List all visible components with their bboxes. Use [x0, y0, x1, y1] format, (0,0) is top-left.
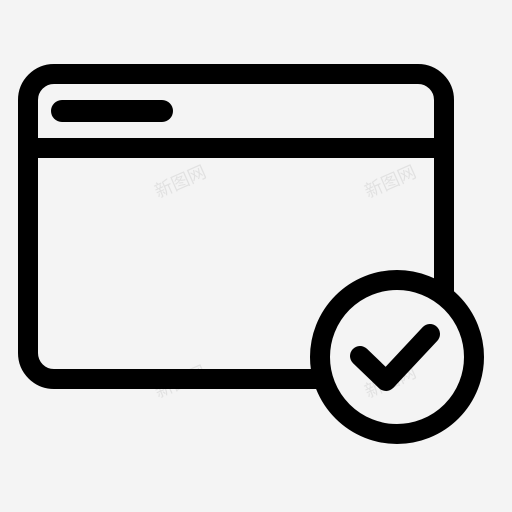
browser-window-check-icon: [18, 64, 484, 444]
icon-canvas: 新图网 新图网 新图网 新图网: [0, 0, 512, 512]
